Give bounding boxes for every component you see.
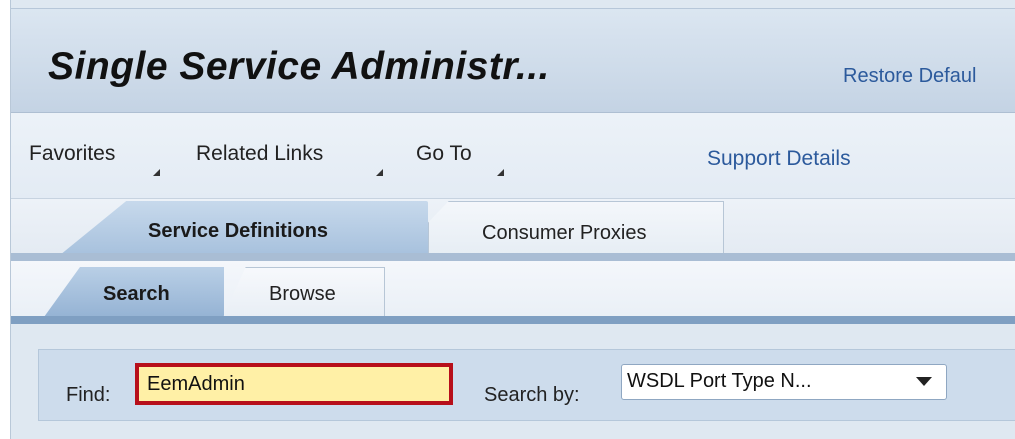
restore-defaults-link[interactable]: Restore Defaul (843, 65, 976, 88)
menu-bar: Favorites Related Links Go To Support De… (11, 113, 1015, 199)
search-panel: Find: Search by: WSDL Port Type N... (11, 324, 1015, 439)
menu-go-to[interactable]: Go To (416, 142, 472, 166)
dropdown-corner-icon (376, 169, 383, 176)
menu-favorites[interactable]: Favorites (29, 142, 115, 166)
chevron-down-icon[interactable] (916, 377, 932, 386)
tab-divider (11, 253, 1015, 261)
dropdown-corner-icon (153, 169, 160, 176)
subtab-divider (11, 316, 1015, 324)
subtab-search-label[interactable]: Search (103, 283, 170, 306)
search-toolbar: Find: Search by: WSDL Port Type N... (38, 349, 1015, 421)
tab-service-definitions-label[interactable]: Service Definitions (148, 220, 328, 243)
tab-consumer-proxies-label[interactable]: Consumer Proxies (482, 222, 647, 245)
dropdown-corner-icon (497, 169, 504, 176)
search-by-value: WSDL Port Type N... (627, 370, 812, 392)
subtab-browse-label[interactable]: Browse (269, 283, 336, 306)
menu-related-links[interactable]: Related Links (196, 142, 323, 166)
find-label: Find: (66, 384, 111, 406)
page-title: Single Service Administr... (48, 45, 550, 88)
title-bar: Single Service Administr... Restore Defa… (11, 8, 1015, 113)
support-details-link[interactable]: Support Details (707, 147, 851, 171)
app-window: Single Service Administr... Restore Defa… (10, 0, 1015, 439)
search-by-label: Search by: (484, 384, 580, 406)
find-input[interactable] (135, 363, 453, 405)
search-by-select[interactable]: WSDL Port Type N... (621, 364, 947, 400)
